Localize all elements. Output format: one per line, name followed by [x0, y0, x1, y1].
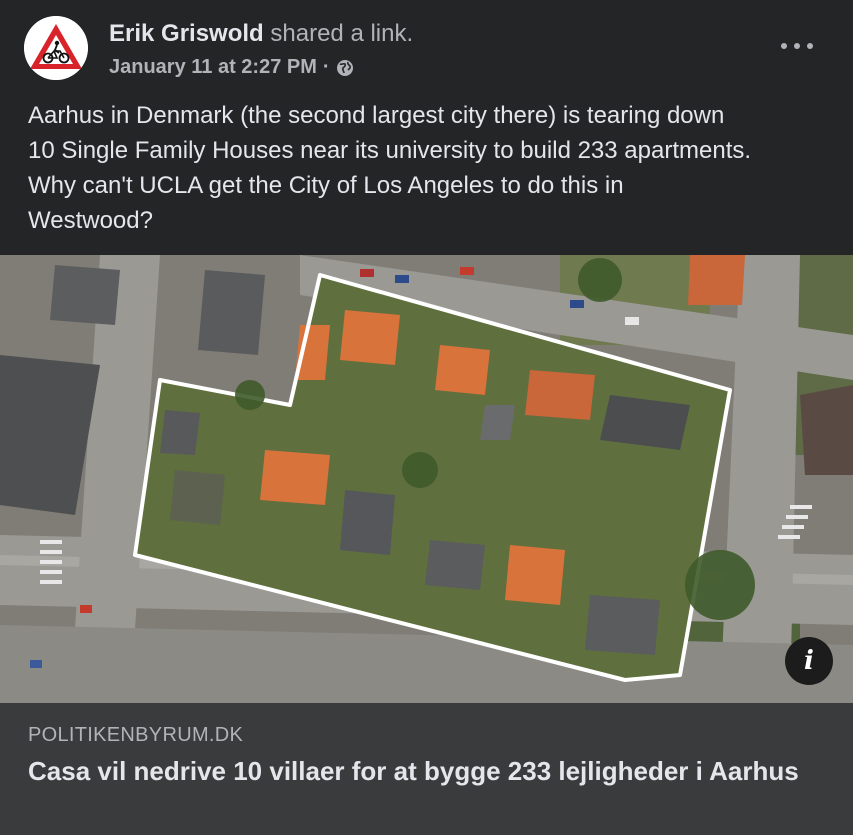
post-text-line: 10 Single Family Houses near its univers…: [28, 137, 752, 164]
post-text-line: Why can't UCLA get the City of Los Angel…: [28, 172, 624, 199]
post-text-line: Westwood?: [28, 207, 153, 234]
link-preview-card[interactable]: POLITIKENBYRUM.DK Casa vil nedrive 10 vi…: [0, 703, 853, 835]
post-action: shared a link.: [270, 20, 414, 47]
link-domain: POLITIKENBYRUM.DK: [28, 724, 244, 746]
link-title[interactable]: Casa vil nedrive 10 villaer for at bygge…: [28, 755, 818, 788]
link-preview-image[interactable]: i: [0, 255, 853, 703]
globe-icon[interactable]: [336, 58, 354, 76]
meta-separator: ·: [322, 56, 330, 78]
post-timestamp[interactable]: January 11 at 2:27 PM: [109, 54, 317, 80]
info-icon[interactable]: i: [785, 637, 833, 685]
post-text-line: Aarhus in Denmark (the second largest ci…: [28, 102, 725, 129]
cyclist-warning-sign-icon: [24, 16, 88, 80]
aerial-map-image: [0, 255, 853, 703]
post-byline: Erik Griswold shared a link.: [109, 19, 413, 49]
avatar[interactable]: [24, 16, 88, 80]
more-options-icon[interactable]: [781, 34, 813, 58]
post-meta: January 11 at 2:27 PM ·: [109, 54, 354, 80]
author-name[interactable]: Erik Griswold: [109, 20, 264, 47]
post-header: Erik Griswold shared a link. January 11 …: [0, 0, 853, 90]
post-message: Aarhus in Denmark (the second largest ci…: [28, 98, 828, 238]
